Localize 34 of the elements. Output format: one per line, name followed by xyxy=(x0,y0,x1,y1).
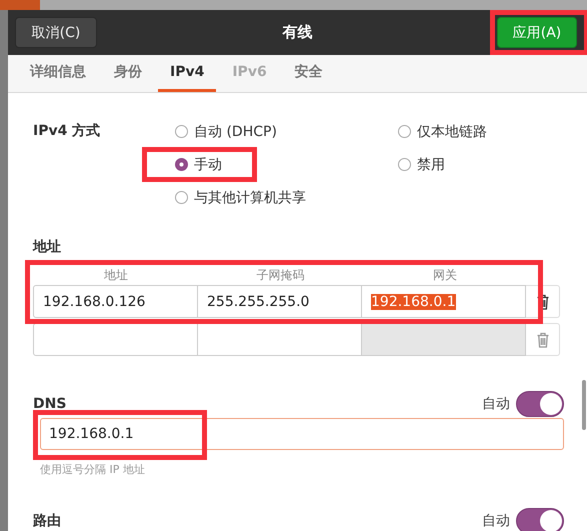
tab[interactable]: IPv4 xyxy=(158,55,216,92)
input-field[interactable]: 192.168.0.1 xyxy=(40,418,564,450)
apply-button[interactable]: 应用(A) xyxy=(497,17,577,48)
tab[interactable]: 身份 xyxy=(102,55,154,92)
column-header: 网关 xyxy=(432,267,458,284)
cancel-button[interactable]: 取消(C) xyxy=(15,17,97,48)
radio-label: 与其他计算机共享 xyxy=(194,188,306,206)
trash-icon xyxy=(536,332,548,348)
panel-accent xyxy=(0,0,40,10)
radio-button[interactable] xyxy=(175,158,188,171)
radio-button[interactable] xyxy=(175,125,188,138)
section-label: 地址 xyxy=(33,238,62,256)
toggle-label: 自动 xyxy=(482,395,510,413)
section-label: 路由 xyxy=(33,512,61,530)
hint-text: 使用逗号分隔 IP 地址 xyxy=(40,462,146,477)
radio-button[interactable] xyxy=(398,158,411,171)
radio-label: 自动 (DHCP) xyxy=(194,122,277,140)
trash-icon xyxy=(536,294,548,310)
column-header: 子网掩码 xyxy=(255,267,306,284)
toggle-switch[interactable] xyxy=(516,391,564,417)
toggle-switch[interactable] xyxy=(516,508,564,531)
radio-button[interactable] xyxy=(175,191,188,204)
toggle-label: 自动 xyxy=(482,512,510,530)
radio-label: 仅本地链路 xyxy=(417,122,487,140)
radio-button[interactable] xyxy=(398,125,411,138)
dialog-title: 有线 xyxy=(282,23,312,42)
section-label: IPv4 方式 xyxy=(33,122,102,141)
tab[interactable]: 安全 xyxy=(282,55,335,92)
scrollbar[interactable] xyxy=(582,380,586,430)
radio-label: 禁用 xyxy=(417,156,445,174)
section-label: DNS xyxy=(33,396,66,412)
column-header: 地址 xyxy=(103,267,130,284)
radio-label: 手动 xyxy=(194,156,222,174)
tab[interactable]: 详细信息 xyxy=(18,55,98,92)
